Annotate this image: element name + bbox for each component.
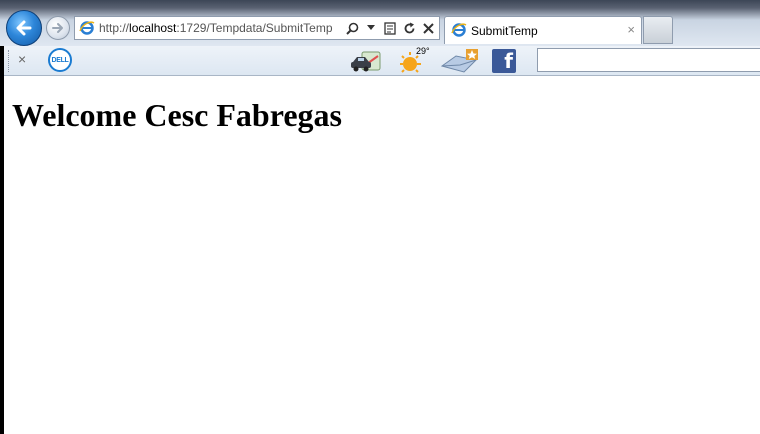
mail-icon[interactable] [440, 48, 478, 74]
address-bar[interactable]: http://localhost:1729/Tempdata/SubmitTem… [74, 16, 440, 40]
welcome-heading: Welcome Cesc Fabregas [12, 97, 342, 133]
dell-logo-icon[interactable]: DELL [48, 48, 72, 72]
car-icon[interactable] [350, 48, 382, 74]
tab-close-icon[interactable]: × [627, 22, 635, 37]
browser-titlebar: http://localhost:1729/Tempdata/SubmitTem… [0, 0, 760, 46]
url-host: localhost [129, 21, 177, 35]
forward-arrow-icon [52, 23, 63, 33]
tab-title: SubmitTemp [471, 24, 538, 38]
url-path: :1729/Tempdata/SubmitTemp [176, 21, 333, 35]
stop-icon[interactable] [421, 19, 435, 37]
facebook-icon[interactable]: f [492, 49, 516, 73]
forward-button[interactable] [46, 16, 70, 40]
browser-toolbar: × DELL 29° f [4, 46, 760, 76]
search-icon[interactable] [345, 19, 359, 37]
new-tab-button[interactable] [643, 16, 673, 44]
refresh-icon[interactable] [402, 19, 416, 37]
ie-tab-icon [451, 22, 467, 43]
back-button[interactable] [6, 10, 42, 46]
chevron-down-icon[interactable] [364, 19, 378, 37]
address-url[interactable]: http://localhost:1729/Tempdata/SubmitTem… [99, 21, 333, 35]
compatibility-view-icon[interactable] [383, 19, 397, 37]
url-scheme: http:// [99, 21, 130, 35]
toolbar-close-icon[interactable]: × [18, 51, 26, 67]
ie-page-icon [79, 20, 95, 41]
tab-submittemp[interactable]: SubmitTemp × [444, 16, 642, 44]
weather-temperature: 29° [416, 46, 430, 56]
toolbar-search-input[interactable] [537, 48, 760, 72]
toolbar-grip[interactable] [8, 50, 11, 72]
back-arrow-icon [16, 20, 32, 36]
page-content: Welcome Cesc Fabregas [4, 77, 760, 434]
